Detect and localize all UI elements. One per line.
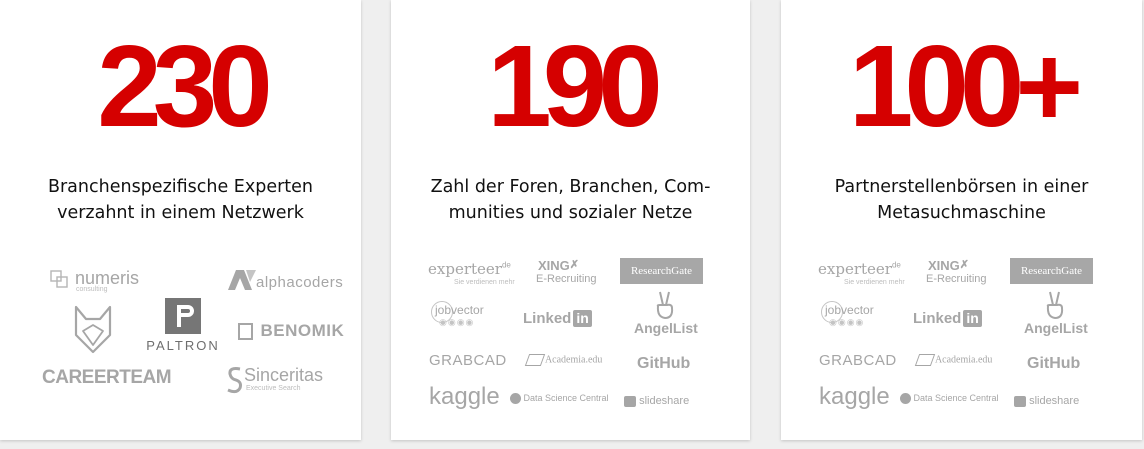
angellist-text: AngelList xyxy=(634,320,698,336)
description-line: Metasuchmaschine xyxy=(877,203,1046,223)
stat-number: 100+ xyxy=(848,21,1083,151)
angellist-logo: AngelList xyxy=(634,290,698,336)
paltron-text: PALTRON xyxy=(146,338,220,353)
sinceritas-text: Sinceritas xyxy=(244,365,324,385)
angellist-text: AngelList xyxy=(1024,320,1088,336)
slideshare-icon xyxy=(624,395,636,407)
researchgate-logo: ResearchGate xyxy=(620,258,703,284)
peace-hand-icon xyxy=(656,291,674,320)
xing-text: XING xyxy=(538,258,570,273)
github-logo: GitHub xyxy=(637,355,691,372)
numeris-text: numeris xyxy=(75,268,140,288)
linkedin-logo: Linked in xyxy=(913,310,982,327)
stat-description: Partnerstellenbörsen in einer Metasuchma… xyxy=(781,174,1142,226)
experteer-text: experteer xyxy=(428,260,502,278)
paltron-icon xyxy=(165,298,201,334)
linkedin-text: Linked xyxy=(523,310,572,327)
benomik-icon xyxy=(238,322,253,340)
slideshare-text: slideshare xyxy=(639,395,690,407)
xing-icon: ✗ xyxy=(569,259,580,271)
slideshare-logo: slideshare xyxy=(624,395,689,407)
experteer-sup: de xyxy=(891,260,901,270)
linkedin-logo: Linked in xyxy=(523,310,592,327)
stat-card-jobboards: 100+ Partnerstellenbörsen in einer Metas… xyxy=(781,0,1142,440)
stat-card-experts: 230 Branchenspezifische Experten verzahn… xyxy=(0,0,361,440)
xing-logo: XING✗ E-Recruiting xyxy=(536,258,597,285)
jobvector-logo: jobvector ◉◉◉◉ xyxy=(821,301,874,328)
dsc-logo: Data Science Central xyxy=(900,393,999,405)
description-line: Partnerstellenbörsen in einer xyxy=(834,177,1089,197)
alphacoders-icon xyxy=(228,270,256,290)
stat-number: 190 xyxy=(487,21,663,151)
description-line: Branchenspezifische Experten xyxy=(47,177,313,197)
benomik-text: BENOMIK xyxy=(260,321,345,340)
slideshare-icon xyxy=(1014,395,1026,407)
experteer-text: experteer xyxy=(818,260,892,278)
xing-sub: E-Recruiting xyxy=(536,273,597,285)
xing-logo: XING✗ E-Recruiting xyxy=(926,258,987,285)
alphacoders-logo: alphacoders xyxy=(226,266,343,292)
kaggle-logo: kaggle xyxy=(819,383,890,410)
stat-card-networks: 190 Zahl der Foren, Branchen, Com- munit… xyxy=(391,0,750,440)
kaggle-logo: kaggle xyxy=(429,383,500,410)
stat-description: Zahl der Foren, Branchen, Com- munities … xyxy=(391,174,750,226)
careerteam-logo: CAREERTEAM xyxy=(42,367,172,388)
grabcad-logo: GRABCAD xyxy=(819,352,897,369)
dsc-text: Data Science Central xyxy=(523,393,609,403)
dsc-globe-icon xyxy=(900,393,911,405)
xing-sub: E-Recruiting xyxy=(926,273,987,285)
paltron-logo: PALTRON xyxy=(138,298,228,353)
experteer-sub: Sie verdienen mehr xyxy=(844,279,905,286)
dsc-globe-icon xyxy=(510,393,521,405)
description-line: munities und sozialer Netze xyxy=(448,203,693,223)
slideshare-logo: slideshare xyxy=(1014,395,1079,407)
stat-number: 230 xyxy=(97,21,273,151)
fox-logo xyxy=(73,303,113,360)
xing-text: XING xyxy=(928,258,960,273)
fox-icon xyxy=(74,305,112,354)
academia-icon xyxy=(524,354,546,366)
description-line: Zahl der Foren, Branchen, Com- xyxy=(430,177,711,197)
grabcad-logo: GRABCAD xyxy=(429,352,507,369)
academia-logo: Academia.edu xyxy=(524,354,603,366)
peace-hand-icon xyxy=(1046,291,1064,320)
linkedin-text: Linked xyxy=(913,310,962,327)
jobvector-logo: jobvector ◉◉◉◉ xyxy=(431,301,484,328)
slideshare-text: slideshare xyxy=(1029,395,1080,407)
experteer-sub: Sie verdienen mehr xyxy=(454,279,515,286)
experteer-sup: de xyxy=(501,260,511,270)
numeris-logo: numeris consulting xyxy=(50,268,139,293)
stat-description: Branchenspezifische Experten verzahnt in… xyxy=(0,174,361,226)
linkedin-in-icon: in xyxy=(573,310,592,327)
alphacoders-text: alphacoders xyxy=(256,274,344,291)
sinceritas-icon xyxy=(227,367,242,394)
academia-icon xyxy=(914,354,936,366)
researchgate-logo: ResearchGate xyxy=(1010,258,1093,284)
academia-logo: Academia.edu xyxy=(914,354,993,366)
jobvector-text: jobvector xyxy=(435,303,484,317)
description-line: verzahnt in einem Netzwerk xyxy=(57,203,304,223)
github-logo: GitHub xyxy=(1027,355,1081,372)
jobvector-text: jobvector xyxy=(825,303,874,317)
linkedin-in-icon: in xyxy=(963,310,982,327)
xing-icon: ✗ xyxy=(959,259,970,271)
dsc-text: Data Science Central xyxy=(913,393,999,403)
sinceritas-logo: Sinceritas Executive Search xyxy=(225,365,324,394)
academia-text: Academia.edu xyxy=(934,354,993,366)
academia-text: Academia.edu xyxy=(544,354,603,366)
angellist-logo: AngelList xyxy=(1024,290,1088,336)
numeris-icon xyxy=(50,270,68,288)
benomik-logo: BENOMIK xyxy=(238,321,344,341)
sinceritas-sub: Executive Search xyxy=(246,385,301,392)
dsc-logo: Data Science Central xyxy=(510,393,609,405)
experteer-logo: experteerde Sie verdienen mehr xyxy=(428,260,515,286)
experteer-logo: experteerde Sie verdienen mehr xyxy=(818,260,905,286)
